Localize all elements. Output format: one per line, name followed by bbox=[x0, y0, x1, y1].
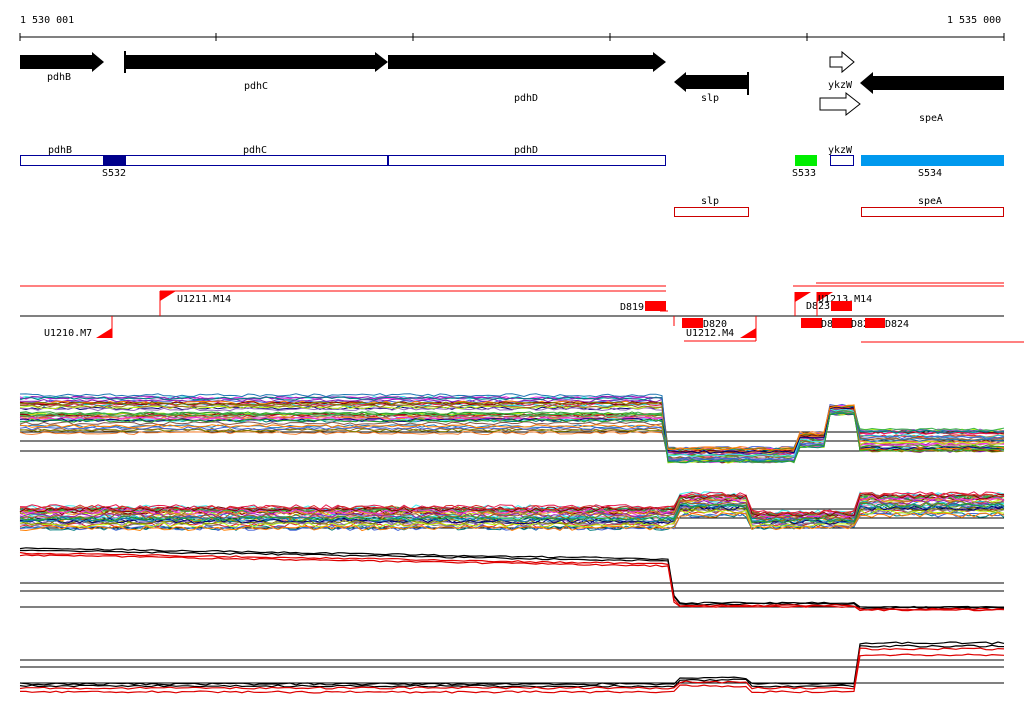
block-D822[interactable] bbox=[832, 318, 852, 328]
plus-strand-track: pdhB pdhC pdhD ykzW S532 S533 S534 bbox=[20, 145, 1004, 179]
gene-label-slp: slp bbox=[701, 93, 719, 104]
block-D819[interactable] bbox=[645, 301, 666, 311]
track-label-pdhD: pdhD bbox=[514, 145, 538, 156]
label-U1210.M7: U1210.M7 bbox=[44, 328, 92, 339]
gene-arrow-speA[interactable] bbox=[860, 72, 1004, 94]
flag-U1211.M14[interactable] bbox=[160, 291, 176, 301]
expression-panel-2 bbox=[19, 491, 1005, 532]
gene-label-pdhC: pdhC bbox=[244, 81, 268, 92]
block-D824[interactable] bbox=[865, 318, 885, 328]
transcript-track: U1211.M14 U1210.M7 D819 D820 U1212.M4 D8… bbox=[20, 282, 1024, 343]
expression-panel-4 bbox=[19, 641, 1005, 694]
expression-panel-3 bbox=[19, 547, 1005, 612]
track-label-ykzW: ykzW bbox=[828, 145, 853, 156]
segment-S533[interactable] bbox=[795, 155, 817, 166]
segment-S534[interactable] bbox=[861, 155, 1004, 166]
gene-label-ykzW: ykzW bbox=[828, 80, 853, 91]
track-label-pdhC: pdhC bbox=[243, 145, 267, 156]
gene-arrow-slp[interactable] bbox=[674, 72, 749, 92]
segment-label-S533: S533 bbox=[792, 168, 816, 179]
gene-label-pdhD: pdhD bbox=[514, 93, 538, 104]
coordinate-ruler: 1 530 001 1 535 000 bbox=[19, 15, 1005, 41]
gene-box-slp[interactable] bbox=[674, 207, 749, 217]
gene-track: pdhB pdhC pdhD slp ykzW speA bbox=[20, 50, 1004, 124]
ruler-end-label: 1 535 000 bbox=[947, 15, 1001, 26]
track-label-speA: speA bbox=[918, 196, 942, 207]
gene-arrow-pdhC[interactable] bbox=[126, 52, 388, 72]
track-label-slp: slp bbox=[701, 196, 719, 207]
gene-arrow-pdhD[interactable] bbox=[388, 52, 666, 72]
gene-box-ykzW[interactable] bbox=[830, 155, 854, 166]
gene-arrow-ykzW-a[interactable] bbox=[829, 50, 855, 74]
block-D823[interactable] bbox=[831, 301, 852, 311]
segment-S532[interactable] bbox=[103, 155, 126, 166]
gene-box-speA[interactable] bbox=[861, 207, 1004, 217]
track-label-pdhB: pdhB bbox=[48, 145, 72, 156]
gene-arrow-ykzW-b[interactable] bbox=[819, 91, 861, 117]
flag-U1210.M7[interactable] bbox=[96, 328, 112, 338]
segment-label-S534: S534 bbox=[918, 168, 942, 179]
ruler-start-label: 1 530 001 bbox=[20, 15, 74, 26]
segment-label-S532: S532 bbox=[102, 168, 126, 179]
genome-browser-view: 1 530 001 1 535 000 pdhB pdhC pdhD slp y… bbox=[19, 15, 1024, 694]
block-D821[interactable] bbox=[801, 318, 822, 328]
gene-label-pdhB: pdhB bbox=[47, 72, 71, 83]
expression-trace bbox=[20, 549, 1005, 610]
label-D824: D824 bbox=[885, 319, 909, 330]
gene-label-speA: speA bbox=[919, 113, 943, 124]
label-D819: D819 bbox=[620, 302, 644, 313]
minus-strand-track: slp speA bbox=[674, 196, 1004, 217]
flag-U1212.M4[interactable] bbox=[740, 328, 756, 338]
gene-arrow-pdhB[interactable] bbox=[20, 52, 104, 72]
block-D820[interactable] bbox=[682, 318, 703, 328]
expression-trace bbox=[19, 551, 1005, 611]
expression-panel-1 bbox=[19, 393, 1005, 464]
label-U1212.M4: U1212.M4 bbox=[686, 328, 734, 339]
label-U1211.M14: U1211.M14 bbox=[177, 294, 231, 305]
